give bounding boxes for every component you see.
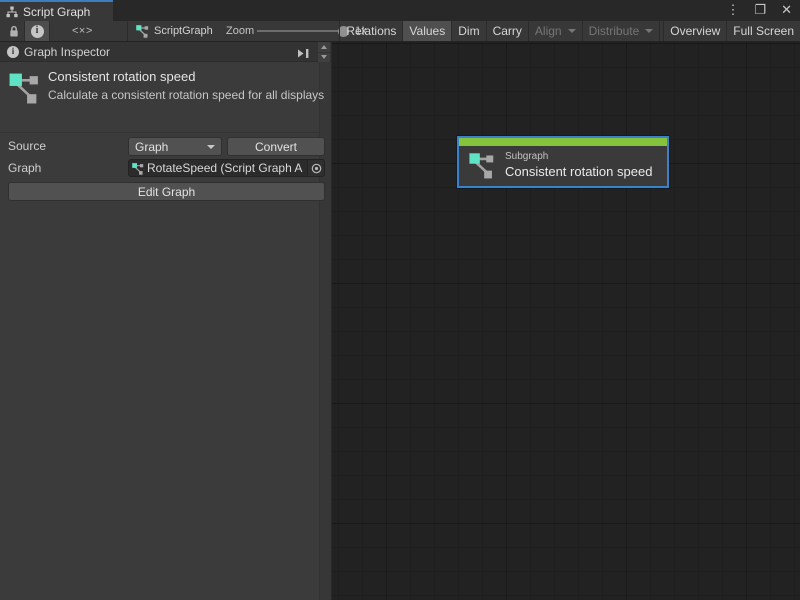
section-divider bbox=[0, 132, 319, 133]
toolbar-button-distribute[interactable]: Distribute bbox=[582, 21, 660, 41]
source-field-label: Source bbox=[8, 139, 46, 153]
info-icon: i bbox=[31, 25, 44, 38]
chevron-down-icon bbox=[568, 29, 576, 33]
graph-canvas[interactable]: Subgraph Consistent rotation speed bbox=[332, 42, 800, 600]
source-dropdown-value: Graph bbox=[135, 140, 168, 154]
close-icon[interactable]: ✕ bbox=[781, 0, 792, 20]
graph-object-field[interactable]: RotateSpeed (Script Graph A bbox=[128, 159, 325, 177]
graph-object-value: RotateSpeed (Script Graph A bbox=[147, 161, 307, 175]
dock-panel-icon[interactable] bbox=[297, 46, 310, 57]
scroll-down-button[interactable] bbox=[318, 53, 330, 63]
source-dropdown[interactable]: Graph bbox=[128, 137, 222, 156]
graph-icon bbox=[136, 24, 149, 38]
distribute-label: Distribute bbox=[589, 24, 640, 38]
object-picker-icon bbox=[311, 163, 322, 174]
graph-inspector-panel: i Graph Inspector Consistent rotation sp… bbox=[0, 42, 332, 600]
zoom-label: Zoom bbox=[226, 21, 254, 41]
tab-script-graph[interactable]: Script Graph bbox=[0, 0, 113, 21]
align-label: Align bbox=[535, 24, 562, 38]
toolbar-divider bbox=[127, 21, 128, 41]
inspector-scroll-arrows bbox=[318, 42, 330, 62]
graph-icon bbox=[469, 151, 495, 179]
inspector-toggle-button[interactable]: i bbox=[24, 21, 50, 41]
graph-field-label: Graph bbox=[8, 161, 41, 175]
object-picker-button[interactable] bbox=[307, 160, 324, 176]
node-header-bar bbox=[459, 138, 667, 146]
title-bar: Script Graph ⋮ ❐ ✕ bbox=[0, 0, 800, 21]
graph-description: Calculate a consistent rotation speed fo… bbox=[48, 87, 328, 103]
tab-title: Script Graph bbox=[23, 5, 90, 19]
script-graph-icon bbox=[6, 6, 18, 18]
info-icon: i bbox=[7, 46, 19, 58]
maximize-icon[interactable]: ❐ bbox=[754, 0, 766, 20]
toolbar-button-overview[interactable]: Overview bbox=[663, 21, 726, 41]
panel-title: Graph Inspector bbox=[24, 45, 110, 59]
toolbar-button-full-screen[interactable]: Full Screen bbox=[726, 21, 800, 41]
window-controls: ⋮ ❐ ✕ bbox=[726, 0, 792, 20]
arrow-down-icon bbox=[321, 55, 327, 59]
edit-graph-button[interactable]: Edit Graph bbox=[8, 182, 325, 201]
breadcrumb-label: ScriptGraph bbox=[154, 25, 213, 37]
code-view-icon[interactable]: <×> bbox=[72, 21, 93, 41]
node-title: Consistent rotation speed bbox=[505, 164, 652, 179]
breadcrumb[interactable]: ScriptGraph bbox=[136, 21, 213, 41]
chevron-down-icon bbox=[207, 145, 215, 149]
scroll-up-button[interactable] bbox=[318, 42, 330, 52]
node-kind-label: Subgraph bbox=[505, 151, 652, 162]
toolbar-button-values[interactable]: Values bbox=[402, 21, 451, 41]
graph-inspector-header: i Graph Inspector bbox=[0, 42, 331, 62]
chevron-down-icon bbox=[645, 29, 653, 33]
toolbar-button-carry[interactable]: Carry bbox=[486, 21, 528, 41]
graph-title: Consistent rotation speed bbox=[48, 69, 195, 84]
convert-button[interactable]: Convert bbox=[227, 137, 325, 156]
toolbar-button-relations[interactable]: Relations bbox=[339, 21, 402, 41]
subgraph-node[interactable]: Subgraph Consistent rotation speed bbox=[457, 136, 669, 188]
graph-icon bbox=[9, 71, 40, 109]
arrow-up-icon bbox=[321, 45, 327, 49]
toolbar-button-dim[interactable]: Dim bbox=[451, 21, 485, 41]
lock-icon[interactable] bbox=[8, 25, 20, 38]
zoom-slider-track[interactable] bbox=[257, 30, 345, 32]
node-body: Subgraph Consistent rotation speed bbox=[459, 146, 667, 186]
toolbar-button-align[interactable]: Align bbox=[528, 21, 582, 41]
toolbar-buttons: Relations Values Dim Carry Align Distrib… bbox=[339, 21, 800, 41]
graph-toolbar: i <×> ScriptGraph Zoom 1x Relations Valu… bbox=[0, 21, 800, 42]
graph-icon bbox=[132, 162, 144, 175]
window-menu-icon[interactable]: ⋮ bbox=[726, 0, 739, 20]
